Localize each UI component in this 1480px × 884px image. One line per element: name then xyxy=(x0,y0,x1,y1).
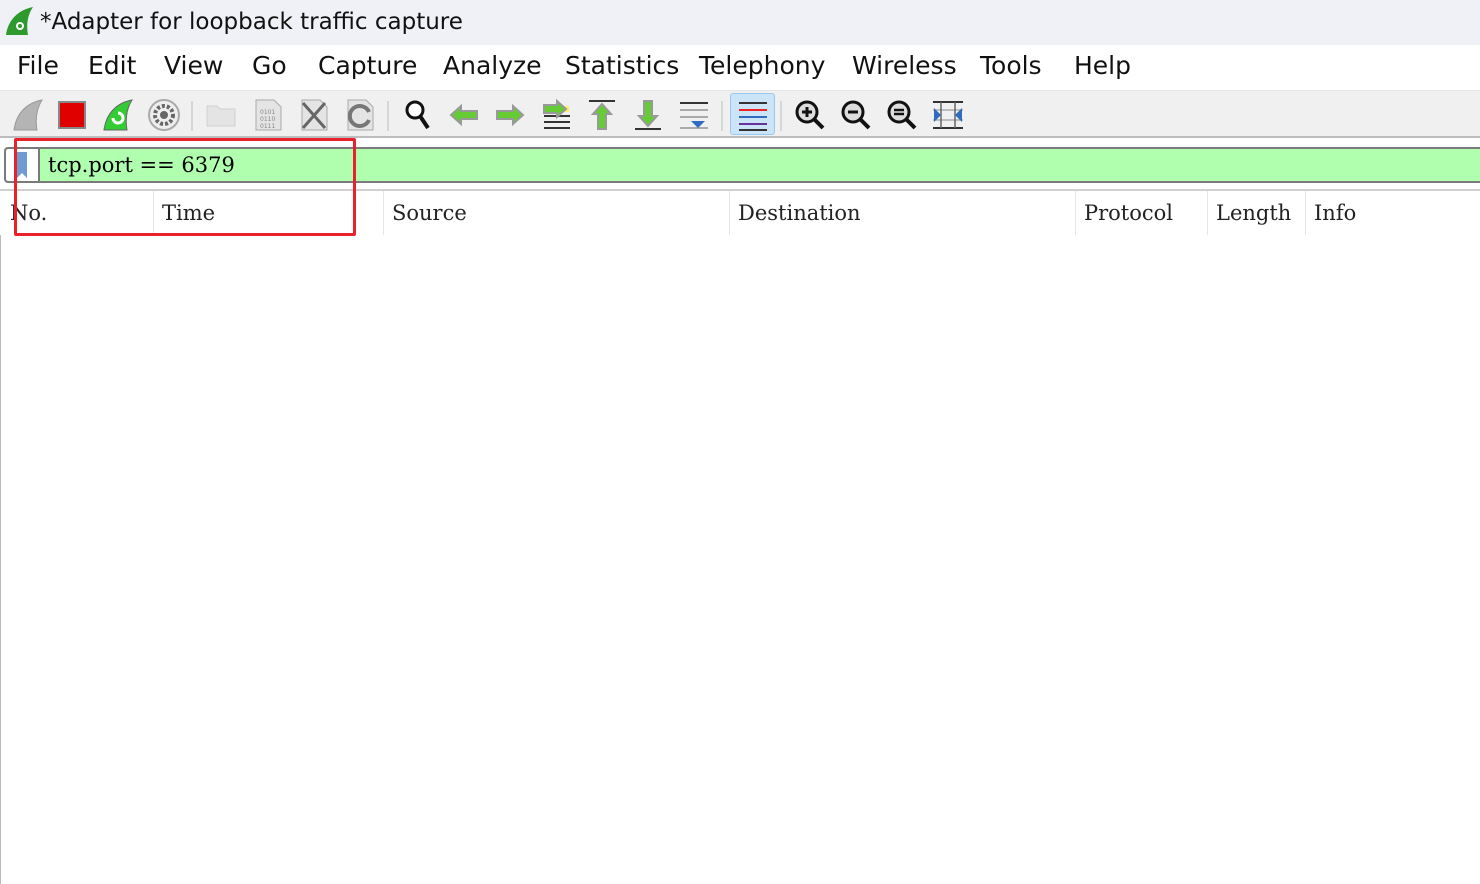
toolbar-separator xyxy=(387,101,389,131)
find-packet-button[interactable] xyxy=(400,97,436,133)
jump-icon xyxy=(543,98,570,129)
menu-edit[interactable]: Edit xyxy=(88,51,136,80)
zoom-out-button[interactable] xyxy=(838,97,874,133)
folder-icon xyxy=(206,105,236,127)
column-header-source[interactable]: Source xyxy=(383,191,729,235)
menu-go[interactable]: Go xyxy=(252,51,287,80)
go-forward-button[interactable] xyxy=(492,97,528,133)
title-bar: *Adapter for loopback traffic capture xyxy=(0,0,1480,45)
stop-capture-button[interactable] xyxy=(54,97,90,133)
column-header-length[interactable]: Length xyxy=(1207,191,1305,235)
stop-square-icon xyxy=(58,101,86,129)
arrow-up-bar-icon xyxy=(589,100,615,130)
menu-statistics[interactable]: Statistics xyxy=(565,51,679,80)
colorize-lines-icon xyxy=(738,102,767,131)
go-back-button[interactable] xyxy=(446,97,482,133)
open-file-button[interactable] xyxy=(203,97,239,133)
menu-wireless[interactable]: Wireless xyxy=(852,51,957,80)
menu-view[interactable]: View xyxy=(164,51,223,80)
menu-analyze[interactable]: Analyze xyxy=(443,51,542,80)
close-file-icon xyxy=(301,99,328,131)
column-header-info[interactable]: Info xyxy=(1305,191,1480,235)
toolbar-separator xyxy=(780,101,782,131)
menu-capture[interactable]: Capture xyxy=(318,51,417,80)
restart-fin-icon xyxy=(103,99,134,131)
toolbar-separator xyxy=(191,101,193,131)
go-to-packet-button[interactable] xyxy=(539,97,575,133)
filter-bookmark-button[interactable] xyxy=(6,149,40,181)
svg-text:0101: 0101 xyxy=(260,109,275,116)
save-file-button[interactable]: 0101 0110 0111 xyxy=(250,97,286,133)
menu-tools[interactable]: Tools xyxy=(980,51,1042,80)
menu-help[interactable]: Help xyxy=(1074,51,1131,80)
arrow-left-icon xyxy=(449,103,478,127)
reload-file-button[interactable] xyxy=(342,97,378,133)
zoom-in-button[interactable] xyxy=(792,97,828,133)
toolbar-separator xyxy=(721,101,723,131)
arrow-down-bar-icon xyxy=(635,100,661,130)
restart-capture-button[interactable] xyxy=(100,97,136,133)
binary-file-icon: 010101100111 xyxy=(255,99,282,131)
reload-icon xyxy=(347,99,374,131)
magnifier-icon xyxy=(405,100,430,130)
colorize-button[interactable] xyxy=(730,93,775,135)
svg-text:0111: 0111 xyxy=(260,123,275,130)
column-header-protocol[interactable]: Protocol xyxy=(1075,191,1207,235)
zoom-reset-icon xyxy=(887,100,917,130)
main-toolbar: 0101 0110 0111 xyxy=(0,90,1480,138)
column-header-time[interactable]: Time xyxy=(153,191,383,235)
menu-bar: File Edit View Go Capture Analyze Statis… xyxy=(0,45,1480,90)
resize-columns-button[interactable] xyxy=(930,97,966,133)
column-header-no[interactable]: No. xyxy=(2,191,153,235)
auto-scroll-button[interactable] xyxy=(676,97,712,133)
packet-list-header: No. Time Source Destination Protocol Len… xyxy=(0,189,1480,235)
bookmark-icon xyxy=(17,152,27,178)
capture-options-button[interactable] xyxy=(146,97,182,133)
wireshark-fin-icon xyxy=(6,7,33,35)
svg-text:0110: 0110 xyxy=(260,116,275,123)
arrow-right-icon xyxy=(496,103,525,127)
last-packet-button[interactable] xyxy=(630,97,666,133)
packet-list[interactable] xyxy=(0,235,1480,884)
resize-columns-icon xyxy=(933,101,963,129)
zoom-in-icon xyxy=(795,100,825,130)
display-filter-bar xyxy=(4,147,1480,183)
menu-telephony[interactable]: Telephony xyxy=(699,51,825,80)
shark-fin-icon xyxy=(13,99,44,131)
close-file-button[interactable] xyxy=(296,97,332,133)
zoom-out-icon xyxy=(841,100,871,130)
window-title: *Adapter for loopback traffic capture xyxy=(40,9,463,35)
start-capture-button[interactable] xyxy=(10,97,46,133)
menu-file[interactable]: File xyxy=(17,51,59,80)
first-packet-button[interactable] xyxy=(584,97,620,133)
column-header-destination[interactable]: Destination xyxy=(729,191,1075,235)
gear-icon xyxy=(148,99,180,131)
autoscroll-icon xyxy=(680,102,708,129)
normal-size-button[interactable] xyxy=(884,97,920,133)
display-filter-input[interactable] xyxy=(48,151,1448,179)
